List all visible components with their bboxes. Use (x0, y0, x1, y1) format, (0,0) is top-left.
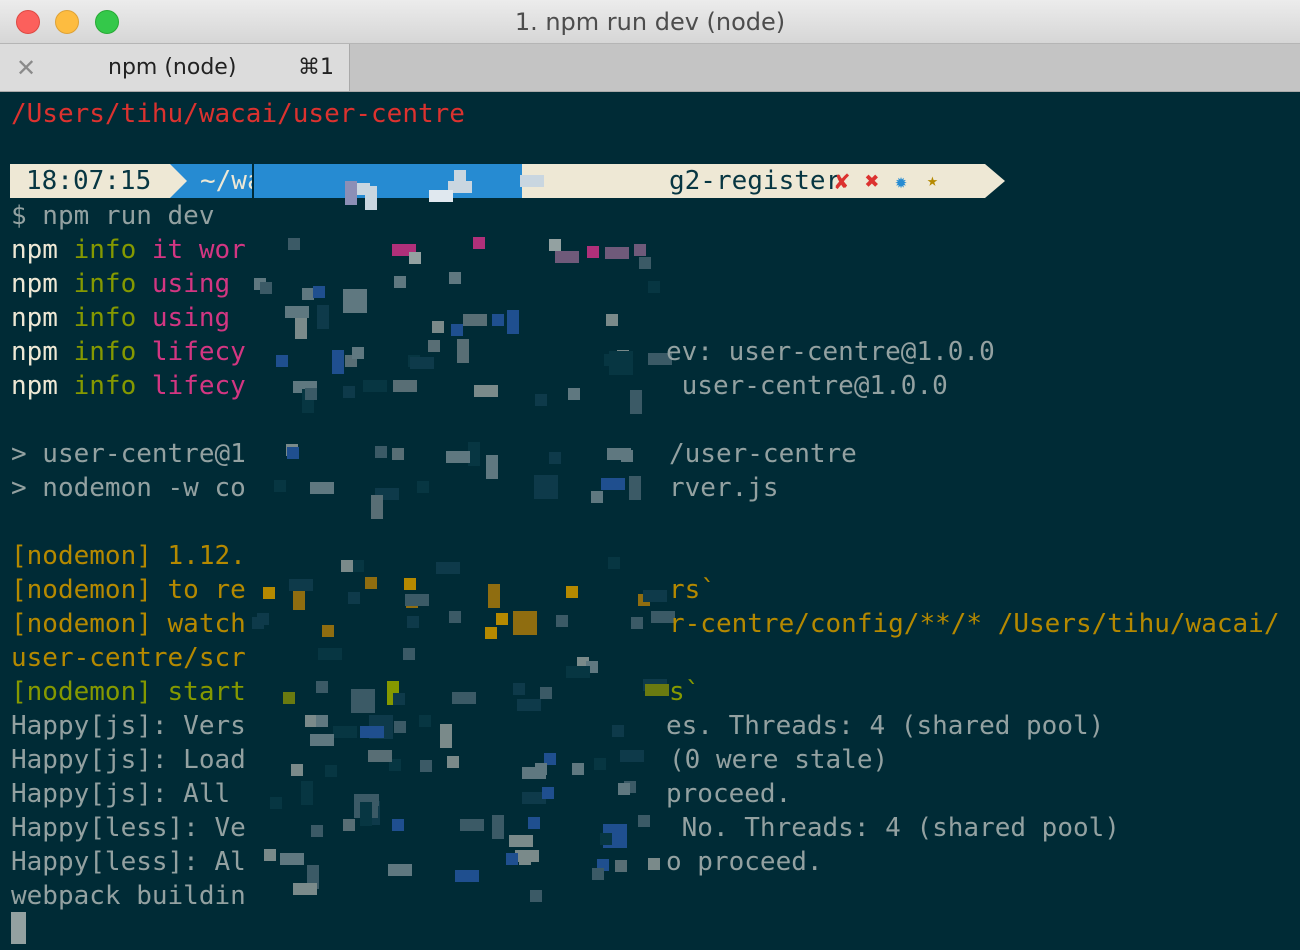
log-line-tail: user-centre@1.0.0 (666, 371, 948, 401)
log-line: npm info lifecy (11, 371, 246, 401)
log-line-tail: /user-centre (669, 439, 857, 469)
window-title: 1. npm run dev (node) (514, 8, 786, 36)
tab-label: npm (node) (108, 55, 237, 80)
prompt-separator (170, 164, 187, 198)
log-line: npm info using (11, 269, 246, 299)
log-line: [nodemon] 1.12. (11, 541, 246, 571)
log-line: Happy[js]: Vers (11, 711, 246, 741)
command-line: $ npm run dev (11, 201, 215, 231)
log-line-tail: (0 were stale) (669, 745, 889, 775)
log-line-tail: proceed. (666, 779, 792, 809)
tab-shortcut: ⌘1 (298, 55, 334, 80)
close-icon[interactable]: ✕ (16, 54, 36, 82)
tab-npm-node[interactable]: ✕ npm (node) ⌘1 (0, 44, 350, 91)
log-line-tail: ev: user-centre@1.0.0 (666, 337, 995, 367)
log-line: user-centre/scr (11, 643, 246, 673)
log-line: > nodemon -w co (11, 473, 246, 503)
log-line: [nodemon] start (11, 677, 246, 707)
tab-bar: ✕ npm (node) ⌘1 (0, 44, 1300, 92)
log-line: [nodemon] watch (11, 609, 246, 639)
log-line-tail: rs` (669, 575, 716, 605)
log-line: Happy[less]: Ve (11, 813, 246, 843)
log-line-tail: es. Threads: 4 (shared pool) (666, 711, 1105, 741)
status-modified-icon: ✹ (895, 169, 908, 193)
log-line-tail: No. Threads: 4 (shared pool) (666, 813, 1120, 843)
log-line: > user-centre@1 (11, 439, 246, 469)
log-line: Happy[js]: Load (11, 745, 246, 775)
terminal-cursor (11, 912, 26, 944)
prompt-branch: g2-register (669, 166, 842, 196)
log-line-tail: o proceed. (666, 847, 823, 877)
log-line-tail: rver.js (669, 473, 779, 503)
log-line: npm info it wor (11, 235, 246, 265)
log-line: npm info lifecy (11, 337, 246, 367)
log-line: [nodemon] to re (11, 575, 246, 605)
status-cross-icon: ✘ (835, 167, 850, 195)
status-star-icon: ★ (927, 170, 938, 191)
cwd-line: /Users/tihu/wacai/user-centre (11, 99, 465, 129)
redacted-area (252, 145, 675, 915)
log-line: Happy[less]: Al (11, 847, 246, 877)
log-line-tail: r-centre/config/**/* /Users/tihu/wacai/ (669, 609, 1280, 639)
status-x-icon: ✖ (865, 167, 880, 195)
log-line: webpack buildin (11, 881, 246, 911)
title-bar: 1. npm run dev (node) (0, 0, 1300, 44)
prompt-time: 18:07:15 (10, 164, 170, 198)
prompt-end-arrow (985, 164, 1005, 198)
log-line: npm info using (11, 303, 246, 333)
log-line: Happy[js]: All (11, 779, 246, 809)
log-line-tail: s` (669, 677, 701, 707)
